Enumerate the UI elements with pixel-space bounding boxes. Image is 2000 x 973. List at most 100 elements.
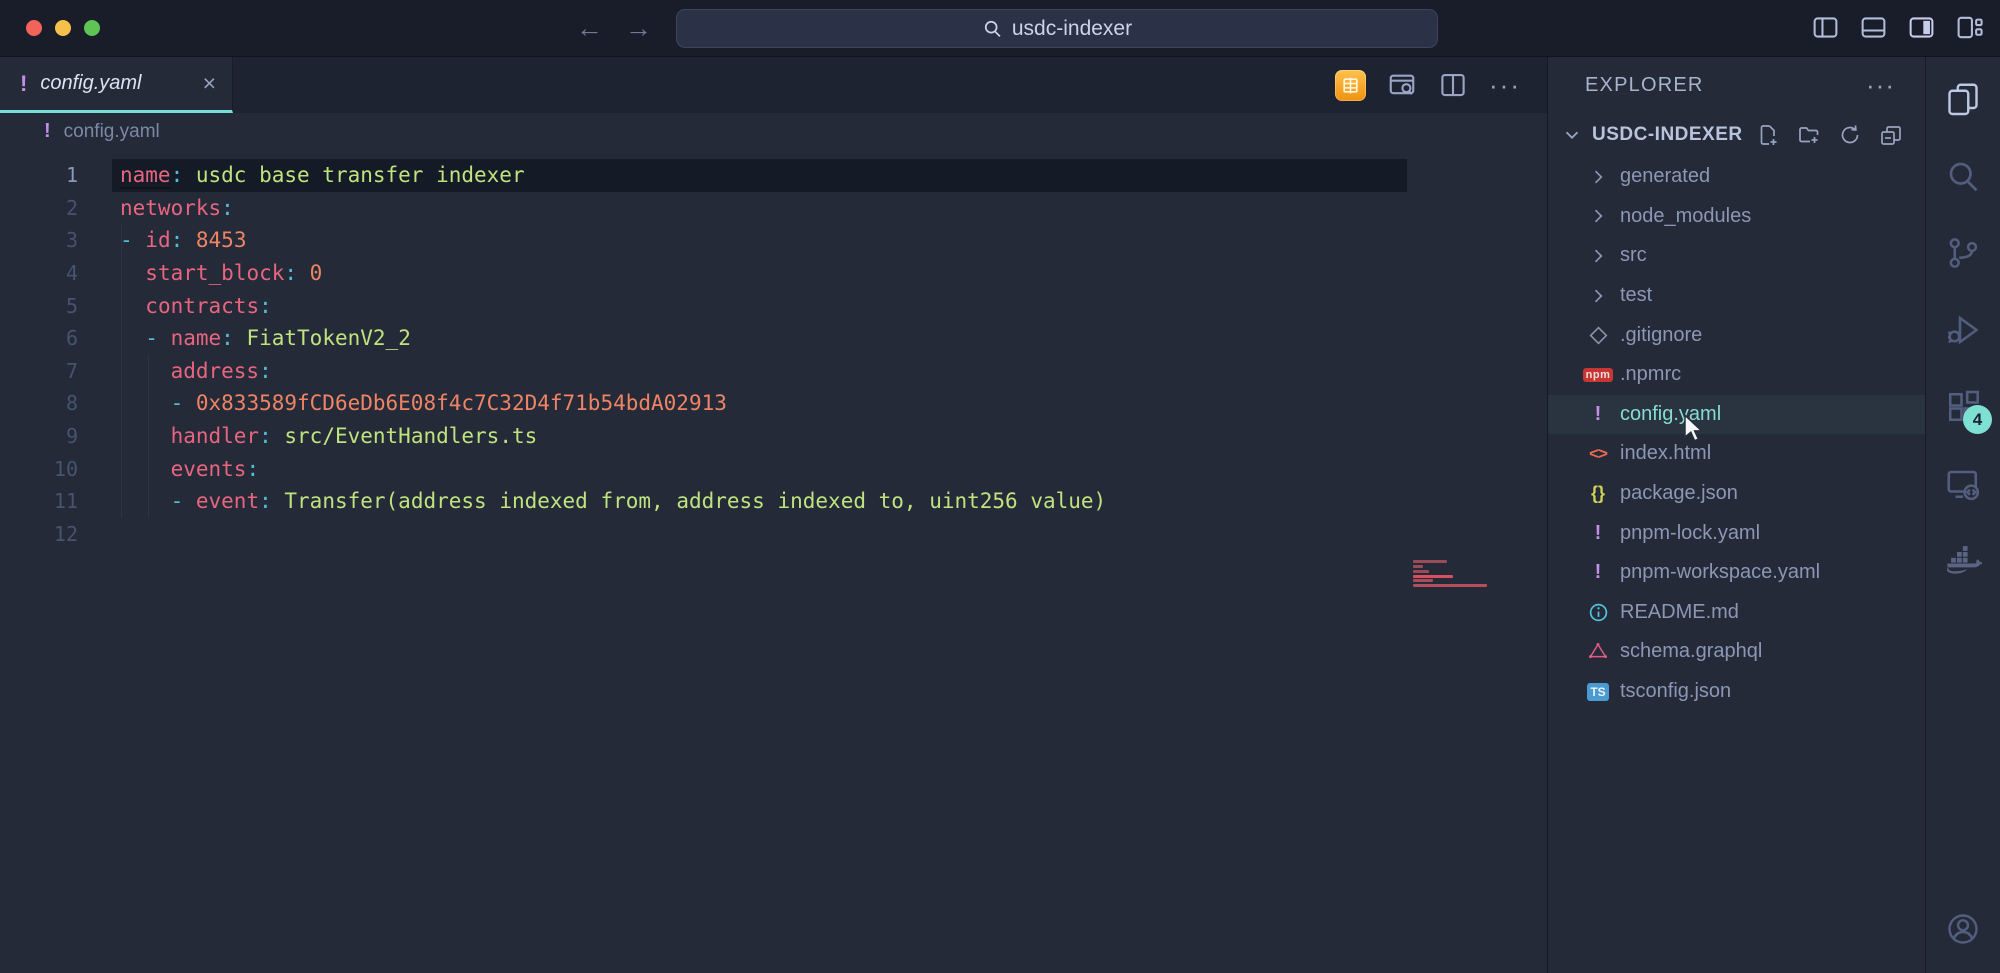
code-line[interactable]: 2networks: [0,192,1547,225]
customize-layout-icon[interactable] [1955,13,1984,42]
line-text: address: [120,359,272,383]
code-line[interactable]: 4 start_block: 0 [0,257,1547,290]
line-number: 4 [0,261,78,285]
history-nav: ← → [576,0,652,57]
line-text: start_block: 0 [120,261,322,285]
minimap-bar [1413,575,1453,578]
close-tab-icon[interactable]: × [203,72,216,95]
zoom-window-button[interactable] [84,20,100,36]
source-control-icon[interactable] [1943,233,1983,273]
command-center-search[interactable]: usdc-indexer [676,9,1438,48]
refresh-icon[interactable] [1838,123,1862,147]
yaml-icon: ! [1595,522,1602,545]
new-file-icon[interactable] [1756,123,1780,147]
chevron-right-icon [1588,286,1608,306]
account-icon[interactable] [1943,909,1983,949]
file-tree: generatednode_modulessrctest.gitignorenp… [1548,157,1925,973]
minimap-bar [1413,560,1447,563]
minimize-window-button[interactable] [55,20,71,36]
explorer-more-icon[interactable]: ··· [1866,70,1895,101]
line-number: 11 [0,489,78,513]
code-line[interactable]: 8 - 0x833589fCD6eDb6E08f4c7C32D4f71b54bd… [0,387,1547,420]
file-label: src [1620,244,1647,267]
search-view-icon[interactable] [1943,156,1983,196]
code-line[interactable]: 3- id: 8453 [0,224,1547,257]
file-tree-item--npmrc[interactable]: npm .npmrc [1548,355,1925,395]
explorer-view-icon[interactable] [1943,79,1983,119]
file-label: package.json [1620,482,1738,505]
line-text: - id: 8453 [120,228,246,252]
open-preview-icon[interactable] [1387,70,1417,100]
vscode-window: ← → usdc-indexer [0,0,2000,973]
line-text: - 0x833589fCD6eDb6E08f4c7C32D4f71b54bdA0… [120,391,727,415]
workspace-section-header[interactable]: USDC-INDEXER [1548,113,1925,157]
code-line[interactable]: 7 address: [0,355,1547,388]
yaml-file-icon: ! [44,120,51,143]
remote-explorer-icon[interactable] [1943,464,1983,504]
file-tree-item-pnpm-lock-yaml[interactable]: !pnpm-lock.yaml [1548,513,1925,553]
window-controls [26,20,100,36]
back-button[interactable]: ← [576,13,603,44]
close-window-button[interactable] [26,20,42,36]
file-tree-item-node-modules[interactable]: node_modules [1548,197,1925,237]
graphql-icon [1588,642,1608,662]
file-tree-item-config-yaml[interactable]: !config.yaml [1548,395,1925,435]
breadcrumb-filename: config.yaml [64,121,160,143]
yaml-file-icon: ! [20,71,27,97]
search-icon [982,18,1003,39]
chevron-right-icon [1588,206,1608,226]
line-number: 6 [0,326,78,350]
split-editor-icon[interactable] [1438,70,1468,100]
file-label: .npmrc [1620,363,1681,386]
git-icon [1589,326,1608,345]
collapse-folders-icon[interactable] [1879,123,1903,147]
toggle-secondary-sidebar-icon[interactable] [1907,13,1936,42]
activity-bar: 4 [1925,57,2000,973]
toggle-primary-sidebar-icon[interactable] [1811,13,1840,42]
file-tree-item-index-html[interactable]: <>index.html [1548,434,1925,474]
extensions-icon[interactable]: 4 [1943,387,1983,427]
code-line[interactable]: 10 events: [0,452,1547,485]
file-tree-item-src[interactable]: src [1548,236,1925,276]
file-label: pnpm-workspace.yaml [1620,561,1820,584]
more-actions-icon[interactable]: ··· [1489,70,1521,101]
docker-icon[interactable] [1943,541,1983,581]
database-extension-icon[interactable] [1335,70,1366,101]
file-tree-item-tsconfig-json[interactable]: TStsconfig.json [1548,672,1925,712]
mouse-cursor [1680,414,1706,442]
forward-button[interactable]: → [625,13,652,44]
code-line[interactable]: 6 - name: FiatTokenV2_2 [0,322,1547,355]
npm-icon: npm [1583,368,1614,382]
code-line[interactable]: 12 [0,518,1547,551]
run-debug-icon[interactable] [1943,310,1983,350]
extensions-badge: 4 [1963,405,1992,434]
file-tree-item-generated[interactable]: generated [1548,157,1925,197]
file-tree-item-schema-graphql[interactable]: schema.graphql [1548,632,1925,672]
toggle-panel-icon[interactable] [1859,13,1888,42]
editor-group: ! config.yaml × [0,57,1548,973]
line-number: 2 [0,196,78,220]
breadcrumb[interactable]: ! config.yaml [0,113,1547,150]
file-tree-item-pnpm-workspace-yaml[interactable]: ! pnpm-workspace.yaml [1548,553,1925,593]
file-label: README.md [1620,601,1739,624]
html-icon: <> [1589,444,1607,464]
file-tree-item--gitignore[interactable]: .gitignore [1548,315,1925,355]
yaml-icon: ! [1595,561,1602,584]
code-editor[interactable]: 1name: usdc base transfer indexer2networ… [0,150,1547,973]
file-tree-item-package-json[interactable]: {}package.json [1548,474,1925,514]
line-text: - name: FiatTokenV2_2 [120,326,411,350]
explorer-sidebar: EXPLORER ··· USDC-INDEXER [1548,57,1925,973]
file-label: node_modules [1620,205,1751,228]
line-number: 8 [0,391,78,415]
new-folder-icon[interactable] [1797,123,1821,147]
code-line[interactable]: 1name: usdc base transfer indexer [0,159,1547,192]
line-text: handler: src/EventHandlers.ts [120,424,537,448]
code-line[interactable]: 11 - event: Transfer(address indexed fro… [0,485,1547,518]
line-number: 1 [0,163,78,187]
code-line[interactable]: 9 handler: src/EventHandlers.ts [0,420,1547,453]
file-tree-item-readme-md[interactable]: README.md [1548,593,1925,633]
info-icon [1588,602,1609,623]
code-line[interactable]: 5 contracts: [0,289,1547,322]
file-tree-item-test[interactable]: test [1548,276,1925,316]
tab-config-yaml[interactable]: ! config.yaml × [0,57,233,113]
